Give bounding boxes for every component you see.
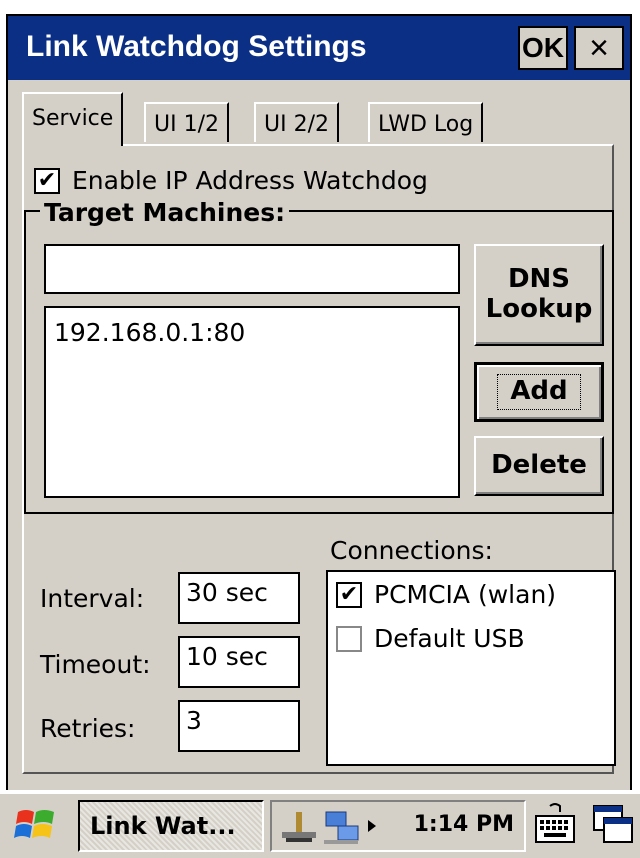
- checkmark-icon: ✔: [339, 582, 359, 607]
- screen: Link Watchdog Settings OK × Service UI 1…: [0, 0, 640, 858]
- delete-button[interactable]: Delete: [474, 436, 604, 496]
- interval-label: Interval:: [40, 584, 145, 613]
- taskbar: Link Wat... 1:14 PM: [0, 792, 640, 858]
- pcmcia-checkbox[interactable]: ✔: [336, 582, 362, 608]
- retries-field[interactable]: 3: [178, 700, 300, 752]
- targets-listbox[interactable]: 192.168.0.1:80: [44, 306, 460, 498]
- system-tray: 1:14 PM: [270, 800, 526, 852]
- enable-watchdog-label: Enable IP Address Watchdog: [72, 166, 428, 195]
- window-title: Link Watchdog Settings: [26, 30, 367, 63]
- windows-flag-icon: [14, 810, 54, 838]
- tab-ui-2-2[interactable]: UI 2/2: [254, 102, 339, 142]
- keyboard-icon[interactable]: [532, 802, 578, 848]
- timeout-label: Timeout:: [40, 650, 151, 679]
- default-usb-label: Default USB: [374, 624, 525, 653]
- add-button[interactable]: Add: [474, 362, 604, 422]
- enable-watchdog-checkbox[interactable]: ✔: [34, 168, 60, 194]
- retries-label: Retries:: [40, 714, 136, 743]
- dialog-body: Service UI 1/2 UI 2/2 LWD Log ✔ Enable I…: [6, 80, 632, 790]
- timeout-field[interactable]: 10 sec: [178, 636, 300, 688]
- close-button[interactable]: ×: [574, 26, 624, 70]
- dns-lookup-button[interactable]: DNS Lookup: [474, 244, 604, 346]
- interval-field[interactable]: 30 sec: [178, 572, 300, 624]
- connectivity-icon[interactable]: [322, 808, 362, 846]
- tab-lwd-log[interactable]: LWD Log: [368, 102, 484, 142]
- tab-ui-1-2[interactable]: UI 1/2: [144, 102, 229, 142]
- add-button-label: Add: [497, 374, 581, 410]
- title-bar: Link Watchdog Settings OK ×: [6, 14, 632, 82]
- window-switch-icon[interactable]: [590, 802, 636, 848]
- target-input[interactable]: [44, 244, 460, 294]
- ok-button[interactable]: OK: [518, 26, 568, 70]
- tab-service[interactable]: Service: [22, 92, 124, 146]
- checkmark-icon: ✔: [37, 168, 57, 193]
- connections-list[interactable]: ✔ PCMCIA (wlan) Default USB: [326, 570, 616, 766]
- connections-label: Connections:: [330, 536, 493, 565]
- start-button[interactable]: [8, 802, 64, 850]
- pcmcia-label: PCMCIA (wlan): [374, 580, 557, 609]
- default-usb-checkbox[interactable]: [336, 626, 362, 652]
- list-item[interactable]: 192.168.0.1:80: [54, 318, 245, 347]
- target-machines-title: Target Machines:: [40, 198, 290, 227]
- task-button-link-watchdog[interactable]: Link Wat...: [78, 800, 264, 852]
- clock[interactable]: 1:14 PM: [414, 812, 514, 837]
- network-icon[interactable]: [280, 810, 318, 844]
- tray-arrow-icon[interactable]: [366, 818, 378, 834]
